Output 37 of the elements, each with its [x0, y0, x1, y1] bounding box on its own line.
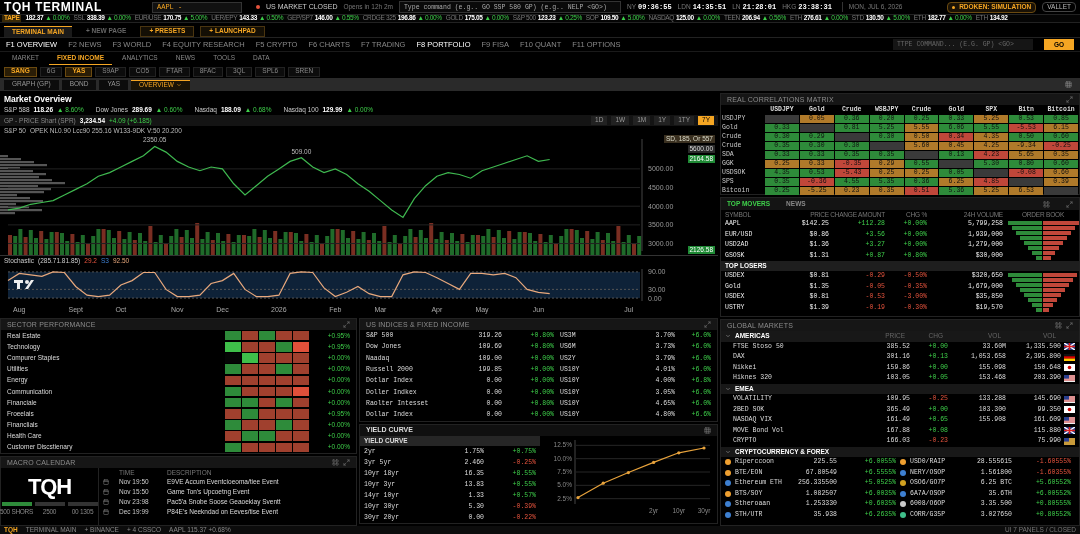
layout-icon[interactable] [1043, 200, 1050, 208]
flag-icon [1064, 416, 1075, 424]
flag-icon [1064, 427, 1075, 435]
flag-icon [1064, 406, 1075, 414]
expand-icon[interactable] [343, 459, 350, 466]
expand-icon[interactable] [343, 321, 350, 328]
y-axis-line [641, 268, 643, 302]
chevron-icon [725, 448, 731, 455]
layout-icon[interactable] [1055, 322, 1062, 329]
flag-icon [1064, 364, 1075, 372]
grid-icon[interactable] [704, 427, 711, 434]
app-title: TQH TERMINAL [4, 1, 103, 13]
chart-logo-icon [14, 280, 34, 289]
order-book-drawing [1007, 219, 1079, 261]
order-book-drawing [1007, 271, 1079, 313]
layout-icon[interactable] [332, 459, 339, 466]
caret-icon [175, 82, 182, 88]
calendar-icon [103, 479, 109, 485]
expand-icon[interactable] [1066, 200, 1073, 208]
chevron-icon [725, 333, 731, 340]
grid-icon[interactable] [1065, 81, 1072, 88]
expand-icon[interactable] [1066, 322, 1073, 329]
flag-icon [1064, 343, 1075, 351]
expand-icon[interactable] [704, 321, 711, 328]
section-title: Market Overview [3, 93, 73, 105]
expand-icon[interactable] [1066, 96, 1073, 103]
chevron-icon [725, 385, 731, 392]
flag-icon [1064, 437, 1075, 445]
flag-icon [1064, 395, 1075, 403]
calendar-icon [103, 499, 109, 505]
volume-profile-drawing [0, 155, 65, 215]
logo: TQH [27, 476, 72, 499]
y-axis-line [574, 439, 576, 505]
flag-icon [1064, 353, 1075, 361]
flag-icon [1064, 374, 1075, 382]
calendar-icon [103, 509, 109, 515]
calendar-icon [103, 489, 109, 495]
